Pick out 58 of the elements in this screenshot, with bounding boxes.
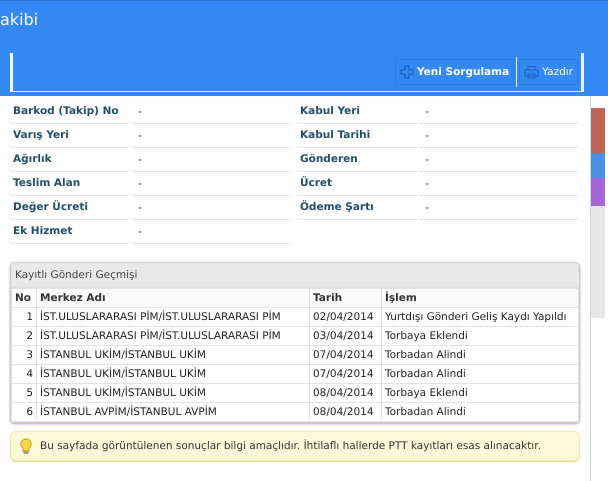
table-cell: 07/04/2014 xyxy=(310,346,382,364)
table-cell: Torbadan Alindi xyxy=(382,364,578,384)
column-header: No xyxy=(12,288,36,308)
panel-title: Kayıtlı Gönderi Geçmişi xyxy=(11,263,579,288)
field-label: Barkod (Takip) No xyxy=(10,100,130,124)
field-value: - xyxy=(420,172,577,196)
field-label: Ek Hizmet xyxy=(10,220,130,244)
table-cell: 4 xyxy=(12,364,36,384)
table-cell: 6 xyxy=(12,402,36,422)
field-value: - xyxy=(133,124,290,148)
column-header: İşlem xyxy=(382,288,578,308)
field-value: - xyxy=(420,124,577,148)
table-cell: 02/04/2014 xyxy=(310,308,382,326)
table-cell: 08/04/2014 xyxy=(310,384,382,402)
table-cell: Torbadan Alindi xyxy=(382,346,578,364)
page-title: akibi xyxy=(0,9,40,31)
table-cell: 03/04/2014 xyxy=(310,326,382,346)
field-value: - xyxy=(133,172,290,196)
field-value: - xyxy=(133,148,290,172)
field-label: Kabul Yeri xyxy=(297,100,417,124)
field-label: Ücret xyxy=(297,172,417,196)
field-label: Kabul Tarihi xyxy=(297,124,417,148)
field-label: Ödeme Şartı xyxy=(297,196,417,220)
field-label: Gönderen xyxy=(297,148,417,172)
table-cell: 2 xyxy=(12,326,36,346)
field-label: Değer Ücreti xyxy=(10,196,130,220)
table-cell: Yurtdışı Gönderi Geliş Kaydı Yapıldı xyxy=(382,308,578,326)
new-query-button[interactable]: Yeni Sorgulama xyxy=(395,59,514,85)
table-cell: Torbadan Alindi xyxy=(382,402,578,422)
notice-text: Bu sayfada görüntülenen sonuçlar bilgi amaçlıdır. İhtilaflı hallerde PTT kayıtları esas alınacaktır. xyxy=(40,440,541,452)
printer-icon xyxy=(524,65,540,79)
field-label: Teslim Alan xyxy=(10,172,130,196)
table-cell: İSTANBUL AVPİM/İSTANBUL AVPİM xyxy=(36,402,310,422)
field-label: Varış Yeri xyxy=(10,124,130,148)
lightbulb-icon xyxy=(20,438,32,454)
field-label: Ağırlık xyxy=(10,148,130,172)
table-cell: 07/04/2014 xyxy=(310,364,382,384)
field-value: - xyxy=(133,220,290,244)
table-cell: 5 xyxy=(12,384,36,402)
field-value: - xyxy=(420,148,577,172)
table-cell: Torbaya Eklendi xyxy=(382,326,578,346)
table-cell: 3 xyxy=(12,346,36,364)
column-header: Merkez Adı xyxy=(36,288,310,308)
table-cell: 1 xyxy=(12,308,36,326)
table-cell: İST.ULUSLARARASI PİM/İST.ULUSLARARASI PİM xyxy=(36,326,310,346)
field-value: - xyxy=(133,100,290,124)
plus-icon xyxy=(400,65,414,79)
table-cell: İST.ULUSLARARASI PİM/İST.ULUSLARARASI PİM xyxy=(36,308,310,326)
field-value: - xyxy=(420,100,577,124)
field-value: - xyxy=(133,196,290,220)
table-cell: İSTANBUL UKİM/İSTANBUL UKİM xyxy=(36,384,310,402)
column-header: Tarih xyxy=(310,288,382,308)
print-button[interactable]: Yazdır xyxy=(519,59,578,85)
field-value: - xyxy=(420,196,577,220)
table-cell: Torbaya Eklendi xyxy=(382,384,578,402)
table-cell: İSTANBUL UKİM/İSTANBUL UKİM xyxy=(36,364,310,384)
table-cell: 08/04/2014 xyxy=(310,402,382,422)
table-cell: İSTANBUL UKİM/İSTANBUL UKİM xyxy=(36,346,310,364)
